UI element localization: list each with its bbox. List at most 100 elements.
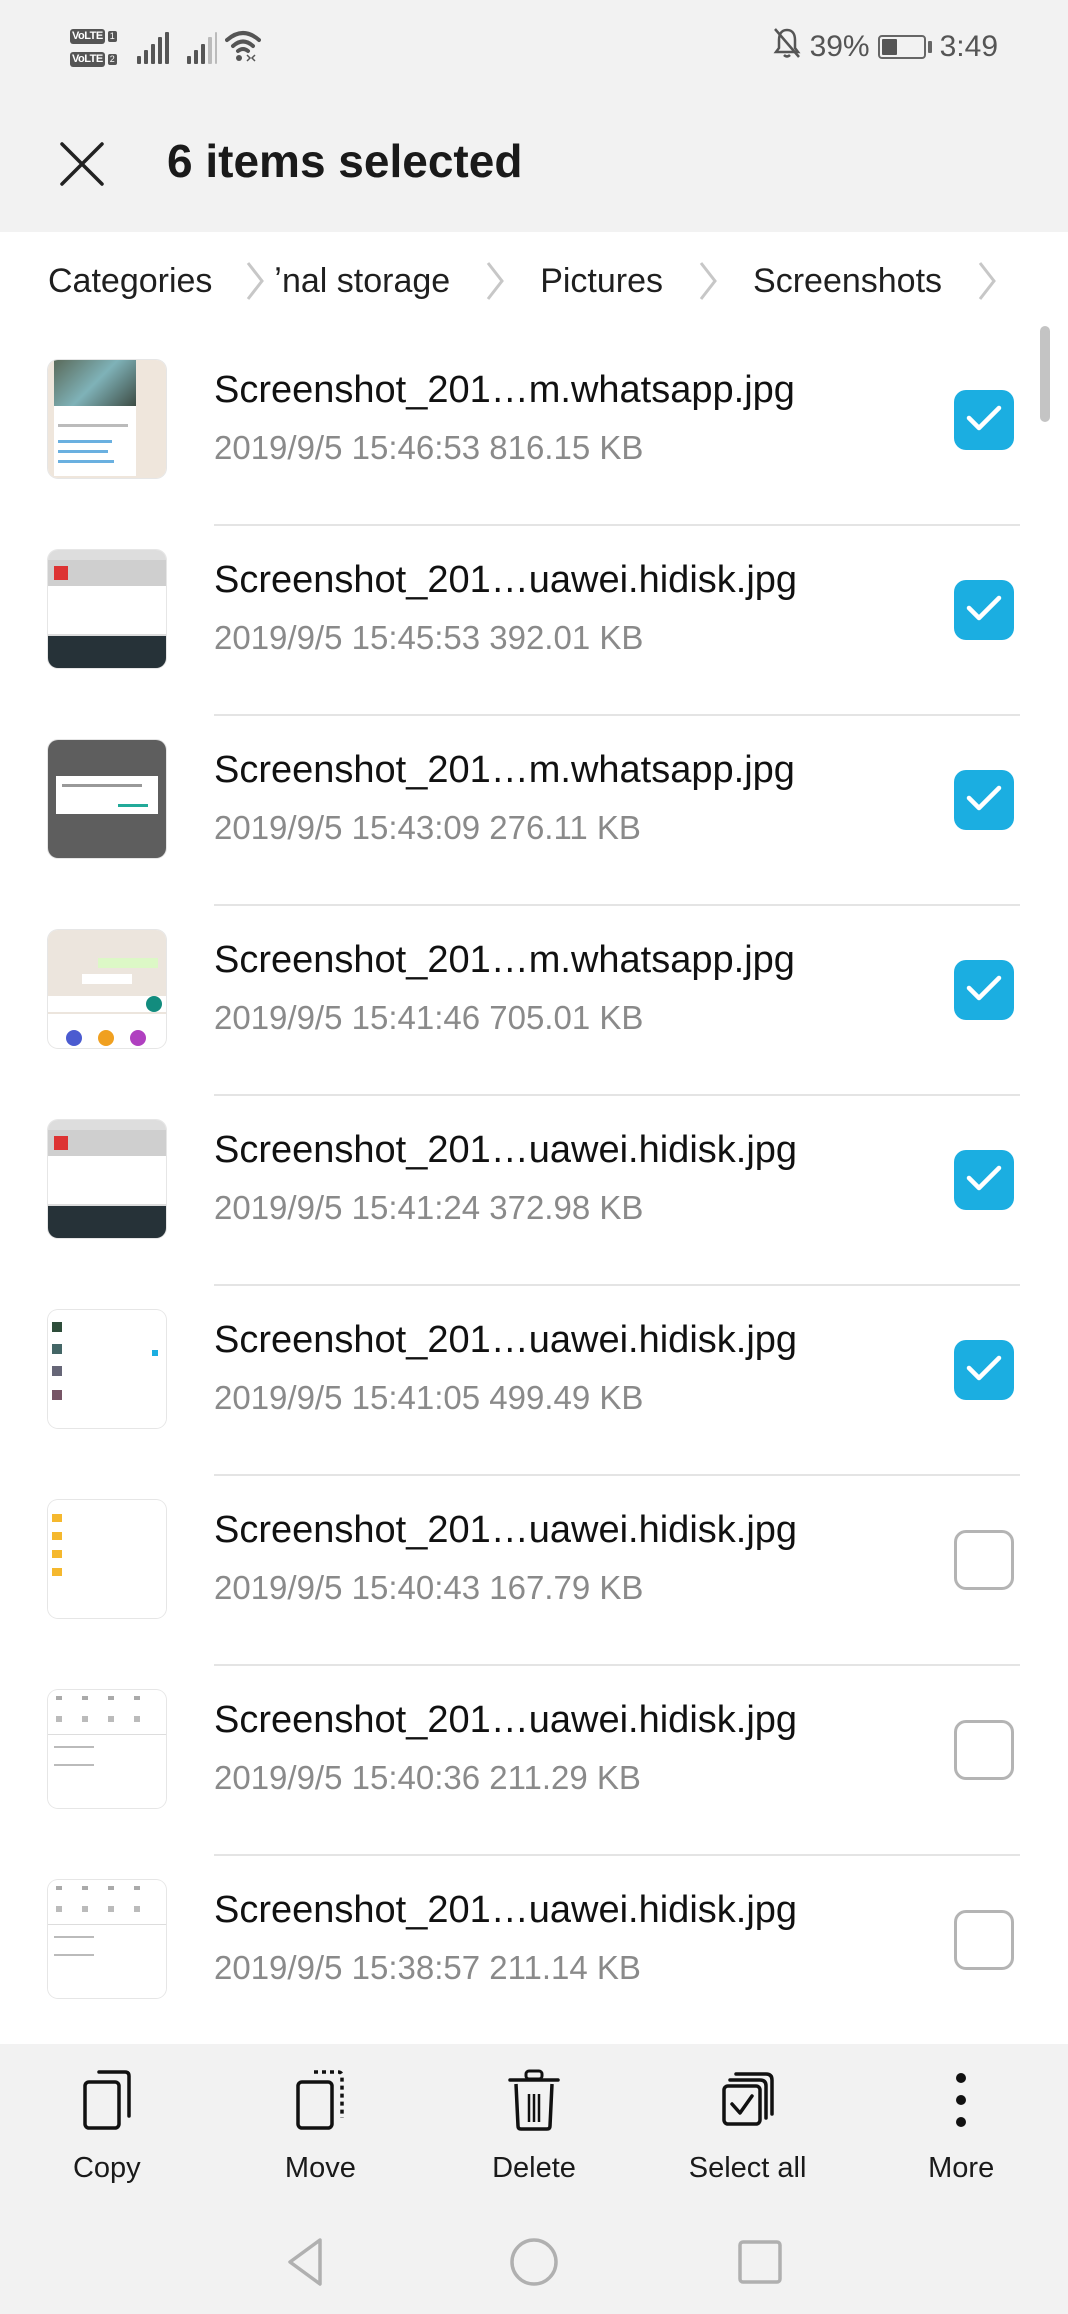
breadcrumb-screenshots[interactable]: Screenshots <box>747 262 948 301</box>
delete-label: Delete <box>492 2152 576 2184</box>
file-thumbnail <box>48 360 166 478</box>
file-row[interactable]: Screenshot_201…uawei.hidisk.jpg 2019/9/5 … <box>0 1100 1068 1290</box>
volte-sim2: VoLTE 2 <box>70 52 117 67</box>
clock: 3:49 <box>939 30 998 63</box>
file-row[interactable]: Screenshot_201…m.whatsapp.jpg 2019/9/5 15… <box>0 910 1068 1100</box>
select-all-label: Select all <box>688 2152 807 2184</box>
action-toolbar: Copy Move Delete Select all More <box>0 2044 1068 2212</box>
select-checkbox[interactable] <box>954 1910 1014 1970</box>
status-bar: VoLTE 1 VoLTE 2 39% 3:49 <box>0 0 1068 92</box>
scrollbar[interactable] <box>1040 326 1050 422</box>
file-meta: 2019/9/5 15:41:46 705.01 KB <box>214 999 644 1036</box>
select-checkbox[interactable] <box>954 770 1014 830</box>
row-divider <box>214 1854 1020 1856</box>
file-thumbnail <box>48 1120 166 1238</box>
row-divider <box>214 524 1020 526</box>
file-meta: 2019/9/5 15:40:43 167.79 KB <box>214 1569 644 1606</box>
battery-tip <box>927 41 932 53</box>
recents-button[interactable] <box>728 2232 792 2296</box>
checkmark-icon <box>965 1353 1003 1388</box>
file-row[interactable]: Screenshot_201…uawei.hidisk.jpg 2019/9/5 … <box>0 530 1068 720</box>
file-thumbnail <box>48 1690 166 1808</box>
delete-button[interactable]: Delete <box>434 2044 634 2185</box>
select-checkbox[interactable] <box>954 580 1014 640</box>
file-meta: 2019/9/5 15:45:53 392.01 KB <box>214 619 644 656</box>
signal-sim2-icon <box>186 32 217 64</box>
more-button[interactable]: More <box>861 2044 1061 2185</box>
chevron-right-icon <box>970 256 1004 306</box>
back-button[interactable] <box>274 2232 338 2296</box>
volte-sim1: VoLTE 1 <box>70 29 117 44</box>
file-thumbnail <box>48 550 166 668</box>
breadcrumb-internal-storage[interactable]: ʼnal storage <box>274 262 456 301</box>
copy-icon <box>79 2068 135 2132</box>
home-button[interactable] <box>502 2232 566 2296</box>
battery-percent: 39% <box>809 30 870 63</box>
breadcrumb: Categories ʼnal storage Pictures Screens… <box>0 232 1068 330</box>
chevron-right-icon <box>691 256 725 306</box>
file-row[interactable]: Screenshot_201…uawei.hidisk.jpg 2019/9/5 … <box>0 1670 1068 1860</box>
move-label: Move <box>284 2152 356 2184</box>
trash-icon <box>506 2068 562 2132</box>
file-row[interactable]: Screenshot_201…uawei.hidisk.jpg 2019/9/5 … <box>0 1480 1068 1670</box>
system-nav-bar <box>0 2212 1068 2314</box>
more-label: More <box>928 2152 995 2184</box>
select-checkbox[interactable] <box>954 390 1014 450</box>
signal-sim1-icon <box>136 32 169 64</box>
volte-sim1-num: 1 <box>107 31 117 42</box>
select-all-icon <box>720 2068 776 2132</box>
file-thumbnail <box>48 1880 166 1998</box>
file-name: Screenshot_201…uawei.hidisk.jpg <box>214 1319 798 1361</box>
checkmark-icon <box>965 783 1003 818</box>
home-icon <box>508 2236 560 2293</box>
move-icon <box>292 2068 348 2132</box>
row-divider <box>214 1664 1020 1666</box>
copy-button[interactable]: Copy <box>7 2044 207 2185</box>
status-left: VoLTE 1 VoLTE 2 <box>70 18 261 78</box>
volte-sim2-label: VoLTE <box>70 52 105 67</box>
breadcrumb-pictures[interactable]: Pictures <box>534 262 669 301</box>
checkmark-icon <box>965 973 1003 1008</box>
volte-indicators: VoLTE 1 VoLTE 2 <box>70 29 117 67</box>
row-divider <box>214 1094 1020 1096</box>
file-meta: 2019/9/5 15:41:05 499.49 KB <box>214 1379 644 1416</box>
select-checkbox[interactable] <box>954 1340 1014 1400</box>
file-row[interactable]: Screenshot_201…m.whatsapp.jpg 2019/9/5 15… <box>0 340 1068 530</box>
file-meta: 2019/9/5 15:41:24 372.98 KB <box>214 1189 644 1226</box>
chevron-right-icon <box>238 256 272 306</box>
move-button[interactable]: Move <box>220 2044 420 2185</box>
file-name: Screenshot_201…uawei.hidisk.jpg <box>214 559 798 601</box>
copy-label: Copy <box>72 2152 141 2184</box>
file-meta: 2019/9/5 15:38:57 211.14 KB <box>214 1949 641 1986</box>
wifi-icon <box>224 30 261 67</box>
file-thumbnail <box>48 740 166 858</box>
select-all-button[interactable]: Select all <box>648 2044 848 2185</box>
checkmark-icon <box>965 593 1003 628</box>
checkmark-icon <box>965 1163 1003 1198</box>
select-checkbox[interactable] <box>954 1530 1014 1590</box>
breadcrumb-categories[interactable]: Categories <box>0 262 218 301</box>
close-selection-button[interactable] <box>50 134 114 198</box>
file-name: Screenshot_201…m.whatsapp.jpg <box>214 939 795 981</box>
battery-icon <box>877 35 926 59</box>
select-checkbox[interactable] <box>954 1150 1014 1210</box>
row-divider <box>214 714 1020 716</box>
file-row[interactable]: Screenshot_201…m.whatsapp.jpg 2019/9/5 15… <box>0 720 1068 910</box>
chevron-right-icon <box>478 256 512 306</box>
select-checkbox[interactable] <box>954 960 1014 1020</box>
file-name: Screenshot_201…uawei.hidisk.jpg <box>214 1509 798 1551</box>
file-meta: 2019/9/5 15:43:09 276.11 KB <box>214 809 641 846</box>
volte-sim2-num: 2 <box>107 54 117 65</box>
file-row[interactable]: Screenshot_201…uawei.hidisk.jpg 2019/9/5 … <box>0 1290 1068 1480</box>
file-list: Screenshot_201…m.whatsapp.jpg 2019/9/5 15… <box>0 340 1068 2050</box>
file-name: Screenshot_201…m.whatsapp.jpg <box>214 749 795 791</box>
volte-sim1-label: VoLTE <box>70 29 105 44</box>
row-divider <box>214 1474 1020 1476</box>
close-icon <box>56 138 108 195</box>
file-thumbnail <box>48 1310 166 1428</box>
row-divider <box>214 1284 1020 1286</box>
file-row[interactable]: Screenshot_201…uawei.hidisk.jpg 2019/9/5 … <box>0 1860 1068 2050</box>
select-checkbox[interactable] <box>954 1720 1014 1780</box>
file-name: Screenshot_201…uawei.hidisk.jpg <box>214 1699 798 1741</box>
back-icon <box>282 2236 330 2293</box>
